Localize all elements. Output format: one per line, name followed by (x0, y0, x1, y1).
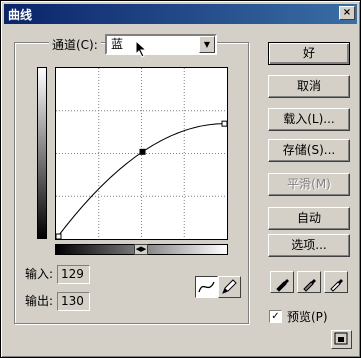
eyedropper-gray-icon (303, 279, 316, 292)
load-button[interactable]: 载入(L)... (268, 108, 350, 131)
options-button[interactable]: 选项... (268, 234, 350, 257)
curve-control-point[interactable] (56, 233, 62, 239)
ok-button[interactable]: 好 (268, 42, 350, 65)
gradient-toggle-icon[interactable]: ◀▶ (134, 244, 148, 255)
channel-label: 通道(C): (49, 37, 101, 53)
channel-select[interactable]: 蓝 ▼ (105, 34, 217, 55)
eyedropper-white-icon (330, 279, 343, 292)
black-eyedropper-button[interactable] (270, 271, 294, 293)
curve-control-point[interactable] (221, 120, 227, 127)
curves-dialog: 曲线 × 通道(C): 蓝 ▼ ◀▶ 输入: 129 输出: 130 好 取消 … (0, 0, 361, 358)
mouse-cursor-icon (135, 40, 148, 58)
curve-icon (198, 281, 215, 293)
close-button[interactable]: × (339, 6, 355, 20)
expand-icon (334, 332, 348, 345)
output-label: 输出: (25, 294, 54, 308)
white-eyedropper-button[interactable] (324, 271, 348, 293)
chevron-down-icon[interactable]: ▼ (199, 36, 215, 53)
output-gradient-bar (37, 67, 47, 239)
expand-button[interactable] (331, 330, 352, 349)
output-value-field[interactable]: 130 (57, 292, 90, 311)
save-button[interactable]: 存储(S)... (268, 139, 350, 162)
gray-eyedropper-button[interactable] (297, 271, 321, 293)
curve-control-point[interactable] (139, 148, 146, 155)
pencil-icon (222, 279, 237, 294)
auto-button[interactable]: 自动 (268, 207, 350, 230)
channel-value: 蓝 (111, 37, 124, 51)
preview-label: 预览(P) (287, 310, 328, 324)
preview-checkbox[interactable]: ✓ (269, 310, 282, 323)
title-bar[interactable]: 曲线 × (4, 4, 357, 24)
input-label: 输入: (25, 267, 54, 281)
smooth-button[interactable]: 平滑(M) (268, 173, 350, 196)
cancel-button[interactable]: 取消 (268, 75, 350, 98)
curve-canvas[interactable] (56, 68, 227, 239)
pencil-tool-button[interactable] (218, 276, 241, 298)
input-value-field[interactable]: 129 (57, 265, 90, 284)
curve-tool-button[interactable] (195, 276, 218, 298)
eyedropper-black-icon (276, 279, 289, 292)
window-title: 曲线 (8, 7, 33, 22)
curve-graph[interactable] (55, 67, 228, 240)
